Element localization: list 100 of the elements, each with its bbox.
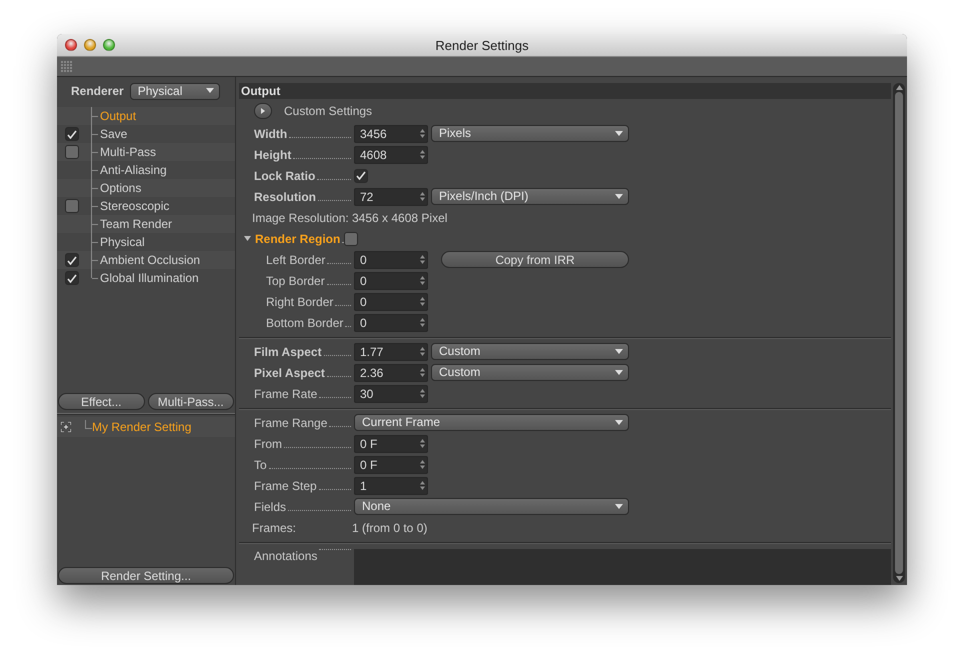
spinner-arrows-icon [420,255,425,264]
dropdown[interactable]: None [354,498,629,515]
number-field[interactable]: 30 [354,384,428,402]
field-label: Right Border [266,294,334,308]
field-label: Annotations [254,549,318,563]
spinner-arrows-icon [420,150,425,159]
checkbox[interactable] [344,232,358,246]
caret-icon [615,130,623,136]
spinner-arrows-icon [420,439,425,448]
expanded-triangle-icon[interactable] [244,235,251,242]
custom-settings-label: Custom Settings [284,104,372,118]
field-label: Height [254,148,292,162]
section-header: Output [239,83,891,99]
number-field[interactable]: 2.36 [354,364,428,382]
checkbox[interactable] [65,145,79,159]
dropdown[interactable]: Pixels [431,125,629,142]
spinner-arrows-icon [420,318,425,327]
copy-button[interactable]: Copy from IRR [441,251,629,268]
dropdown[interactable]: Custom [431,343,629,360]
number-field[interactable]: 1.77 [354,342,428,360]
leader-line [284,446,351,448]
render-setting-button[interactable]: Render Setting... [58,567,234,584]
number-field[interactable]: 0 [354,314,428,332]
field-label: Frame Range [254,416,328,430]
leader-line [317,178,351,180]
number-field[interactable]: 0 F [354,456,428,474]
caret-icon [615,370,623,374]
sidebar-item[interactable]: Anti-Aliasing [100,163,167,177]
field-label: To [254,458,267,472]
dropdown[interactable]: Current Frame [354,414,629,431]
window-title: Render Settings [435,38,529,52]
leader-line [335,304,351,306]
expand-button[interactable] [254,103,272,119]
field-label: From [254,436,282,450]
sidebar-button[interactable]: Effect... [58,393,144,410]
spinner-arrows-icon [420,368,425,377]
field-label: Pixel Aspect [254,366,325,380]
number-field[interactable]: 0 [354,250,428,268]
sidebar-button[interactable]: Multi-Pass... [148,393,234,410]
renderer-label: Renderer [71,84,124,98]
sidebar-item[interactable]: Global Illumination [100,271,199,285]
spinner-arrows-icon [420,297,425,306]
spinner-arrows-icon [420,481,425,490]
info-value: 1 (from 0 to 0) [352,520,428,534]
leader-line [319,396,351,398]
field-label: Fields [254,500,286,514]
leader-line [319,549,351,550]
number-field[interactable]: 3456 [354,124,428,142]
field-label: Resolution [254,190,316,204]
dropdown[interactable]: Custom [431,364,629,381]
field-label: Lock Ratio [254,168,316,182]
spinner-arrows-icon [420,192,425,201]
number-field[interactable]: 4608 [354,146,428,164]
group-label: Render Region [255,232,340,246]
play-triangle-icon [261,108,265,114]
spinner-arrows-icon [420,347,425,356]
caret-icon [206,88,214,93]
sidebar-item[interactable]: Stereoscopic [100,199,170,213]
close-button[interactable] [65,39,77,51]
field-label: Frame Rate [254,386,318,400]
caret-icon [615,504,623,508]
minimize-button[interactable] [84,39,96,51]
zoom-button[interactable] [103,39,115,51]
field-label: Top Border [266,274,325,288]
grip-icon[interactable] [61,60,73,72]
number-field[interactable]: 0 [354,292,428,310]
leader-line [289,136,351,138]
checkbox[interactable] [65,253,79,267]
scrollbar[interactable] [893,83,905,583]
scroll-up-icon[interactable] [896,85,902,90]
checkbox[interactable] [65,199,79,213]
leader-line [324,354,351,356]
info-label: Image Resolution: [252,210,349,224]
tree-line [85,420,92,429]
caret-icon [615,348,623,354]
caret-icon [615,194,623,198]
leader-line [318,488,351,490]
sidebar-item[interactable]: Options [100,181,142,195]
scroll-down-icon[interactable] [896,576,902,581]
field-label: Width [254,126,288,140]
dropdown[interactable]: Pixels/Inch (DPI) [431,188,629,205]
annotations-field[interactable] [354,549,891,585]
checkbox[interactable] [354,168,368,182]
focus-icon [61,422,71,432]
field-label: Bottom Border [266,316,344,330]
info-value: 3456 x 4608 Pixel [352,210,448,224]
number-field[interactable]: 0 F [354,434,428,452]
spinner-arrows-icon [420,460,425,469]
sidebar-item[interactable]: Physical [100,235,145,249]
number-field[interactable]: 0 [354,272,428,290]
spinner-arrows-icon [420,129,425,138]
sidebar-item[interactable]: Output [100,109,136,123]
checkbox[interactable] [65,127,79,141]
number-field[interactable]: 72 [354,188,428,206]
checkbox[interactable] [65,271,79,285]
sidebar-item[interactable]: Save [100,127,128,141]
field-label: Frame Step [254,478,317,492]
spinner-arrows-icon [420,389,425,398]
renderer-dropdown[interactable]: Physical [130,82,220,100]
number-field[interactable]: 1 [354,476,428,494]
